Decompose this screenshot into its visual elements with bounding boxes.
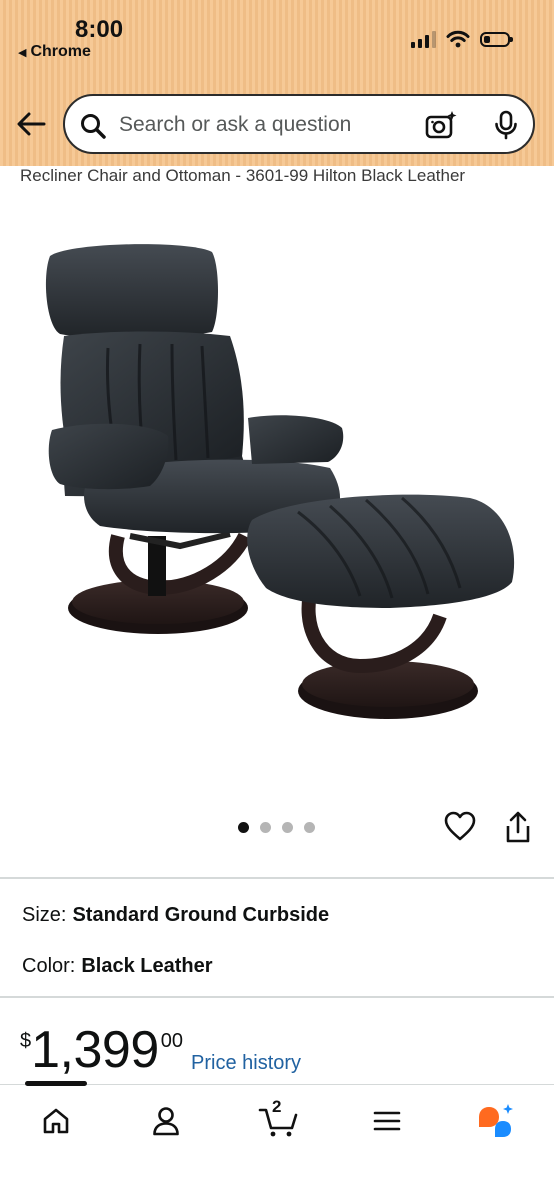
color-value: Black Leather bbox=[81, 955, 213, 977]
search-icon bbox=[81, 114, 106, 139]
wishlist-heart-icon[interactable] bbox=[443, 810, 477, 842]
carousel-dot[interactable] bbox=[238, 822, 249, 833]
size-label: Size: bbox=[22, 904, 67, 926]
app-header: 8:00 ◀ Chrome bbox=[0, 0, 554, 166]
price-currency: $ bbox=[20, 1030, 32, 1052]
share-icon[interactable] bbox=[503, 810, 533, 844]
carousel-dot[interactable] bbox=[260, 822, 271, 833]
nav-menu[interactable] bbox=[367, 1103, 407, 1139]
price-whole: 1,399 bbox=[31, 1021, 159, 1079]
cellular-signal-icon bbox=[411, 30, 436, 48]
price-fraction: 00 bbox=[160, 1030, 184, 1052]
nav-account[interactable] bbox=[146, 1103, 186, 1139]
back-triangle-icon: ◀ bbox=[18, 47, 27, 59]
divider bbox=[0, 996, 554, 998]
color-label: Color: bbox=[22, 955, 76, 977]
status-time: 8:00 bbox=[75, 16, 124, 43]
search-bar[interactable] bbox=[63, 94, 535, 154]
image-carousel-dots[interactable] bbox=[238, 822, 315, 833]
bottom-nav: 2 bbox=[0, 1081, 554, 1200]
carousel-dot[interactable] bbox=[304, 822, 315, 833]
size-option[interactable]: Size: Standard Ground Curbside bbox=[22, 904, 329, 927]
nav-cart[interactable]: 2 bbox=[256, 1097, 302, 1139]
search-input[interactable] bbox=[117, 108, 421, 142]
home-icon bbox=[43, 1108, 69, 1134]
account-icon bbox=[153, 1107, 179, 1136]
price-history-link[interactable]: Price history bbox=[191, 1052, 301, 1075]
nav-home[interactable] bbox=[36, 1103, 76, 1139]
price: $ 1,399 00 bbox=[20, 1022, 183, 1078]
ai-assistant-icon bbox=[479, 1104, 513, 1137]
back-to-app-link[interactable]: ◀ Chrome bbox=[18, 43, 91, 61]
nav-ai-assistant[interactable] bbox=[476, 1103, 516, 1139]
camera-icon[interactable] bbox=[425, 110, 457, 140]
microphone-icon[interactable] bbox=[493, 110, 519, 140]
wifi-icon bbox=[446, 30, 470, 48]
divider bbox=[0, 877, 554, 879]
product-title[interactable]: Recliner Chair and Ottoman - 3601-99 Hil… bbox=[20, 166, 550, 186]
menu-icon bbox=[373, 1111, 401, 1131]
status-icons bbox=[411, 30, 513, 48]
back-arrow-icon[interactable] bbox=[14, 106, 50, 142]
cart-count-badge: 2 bbox=[272, 1097, 282, 1116]
battery-icon bbox=[480, 31, 513, 47]
size-value: Standard Ground Curbside bbox=[72, 904, 330, 926]
color-option[interactable]: Color: Black Leather bbox=[22, 955, 213, 978]
carousel-dot[interactable] bbox=[282, 822, 293, 833]
battery-level bbox=[484, 35, 490, 43]
product-image[interactable] bbox=[30, 236, 530, 736]
active-tab-indicator bbox=[25, 1081, 87, 1086]
back-app-label: Chrome bbox=[30, 43, 91, 60]
